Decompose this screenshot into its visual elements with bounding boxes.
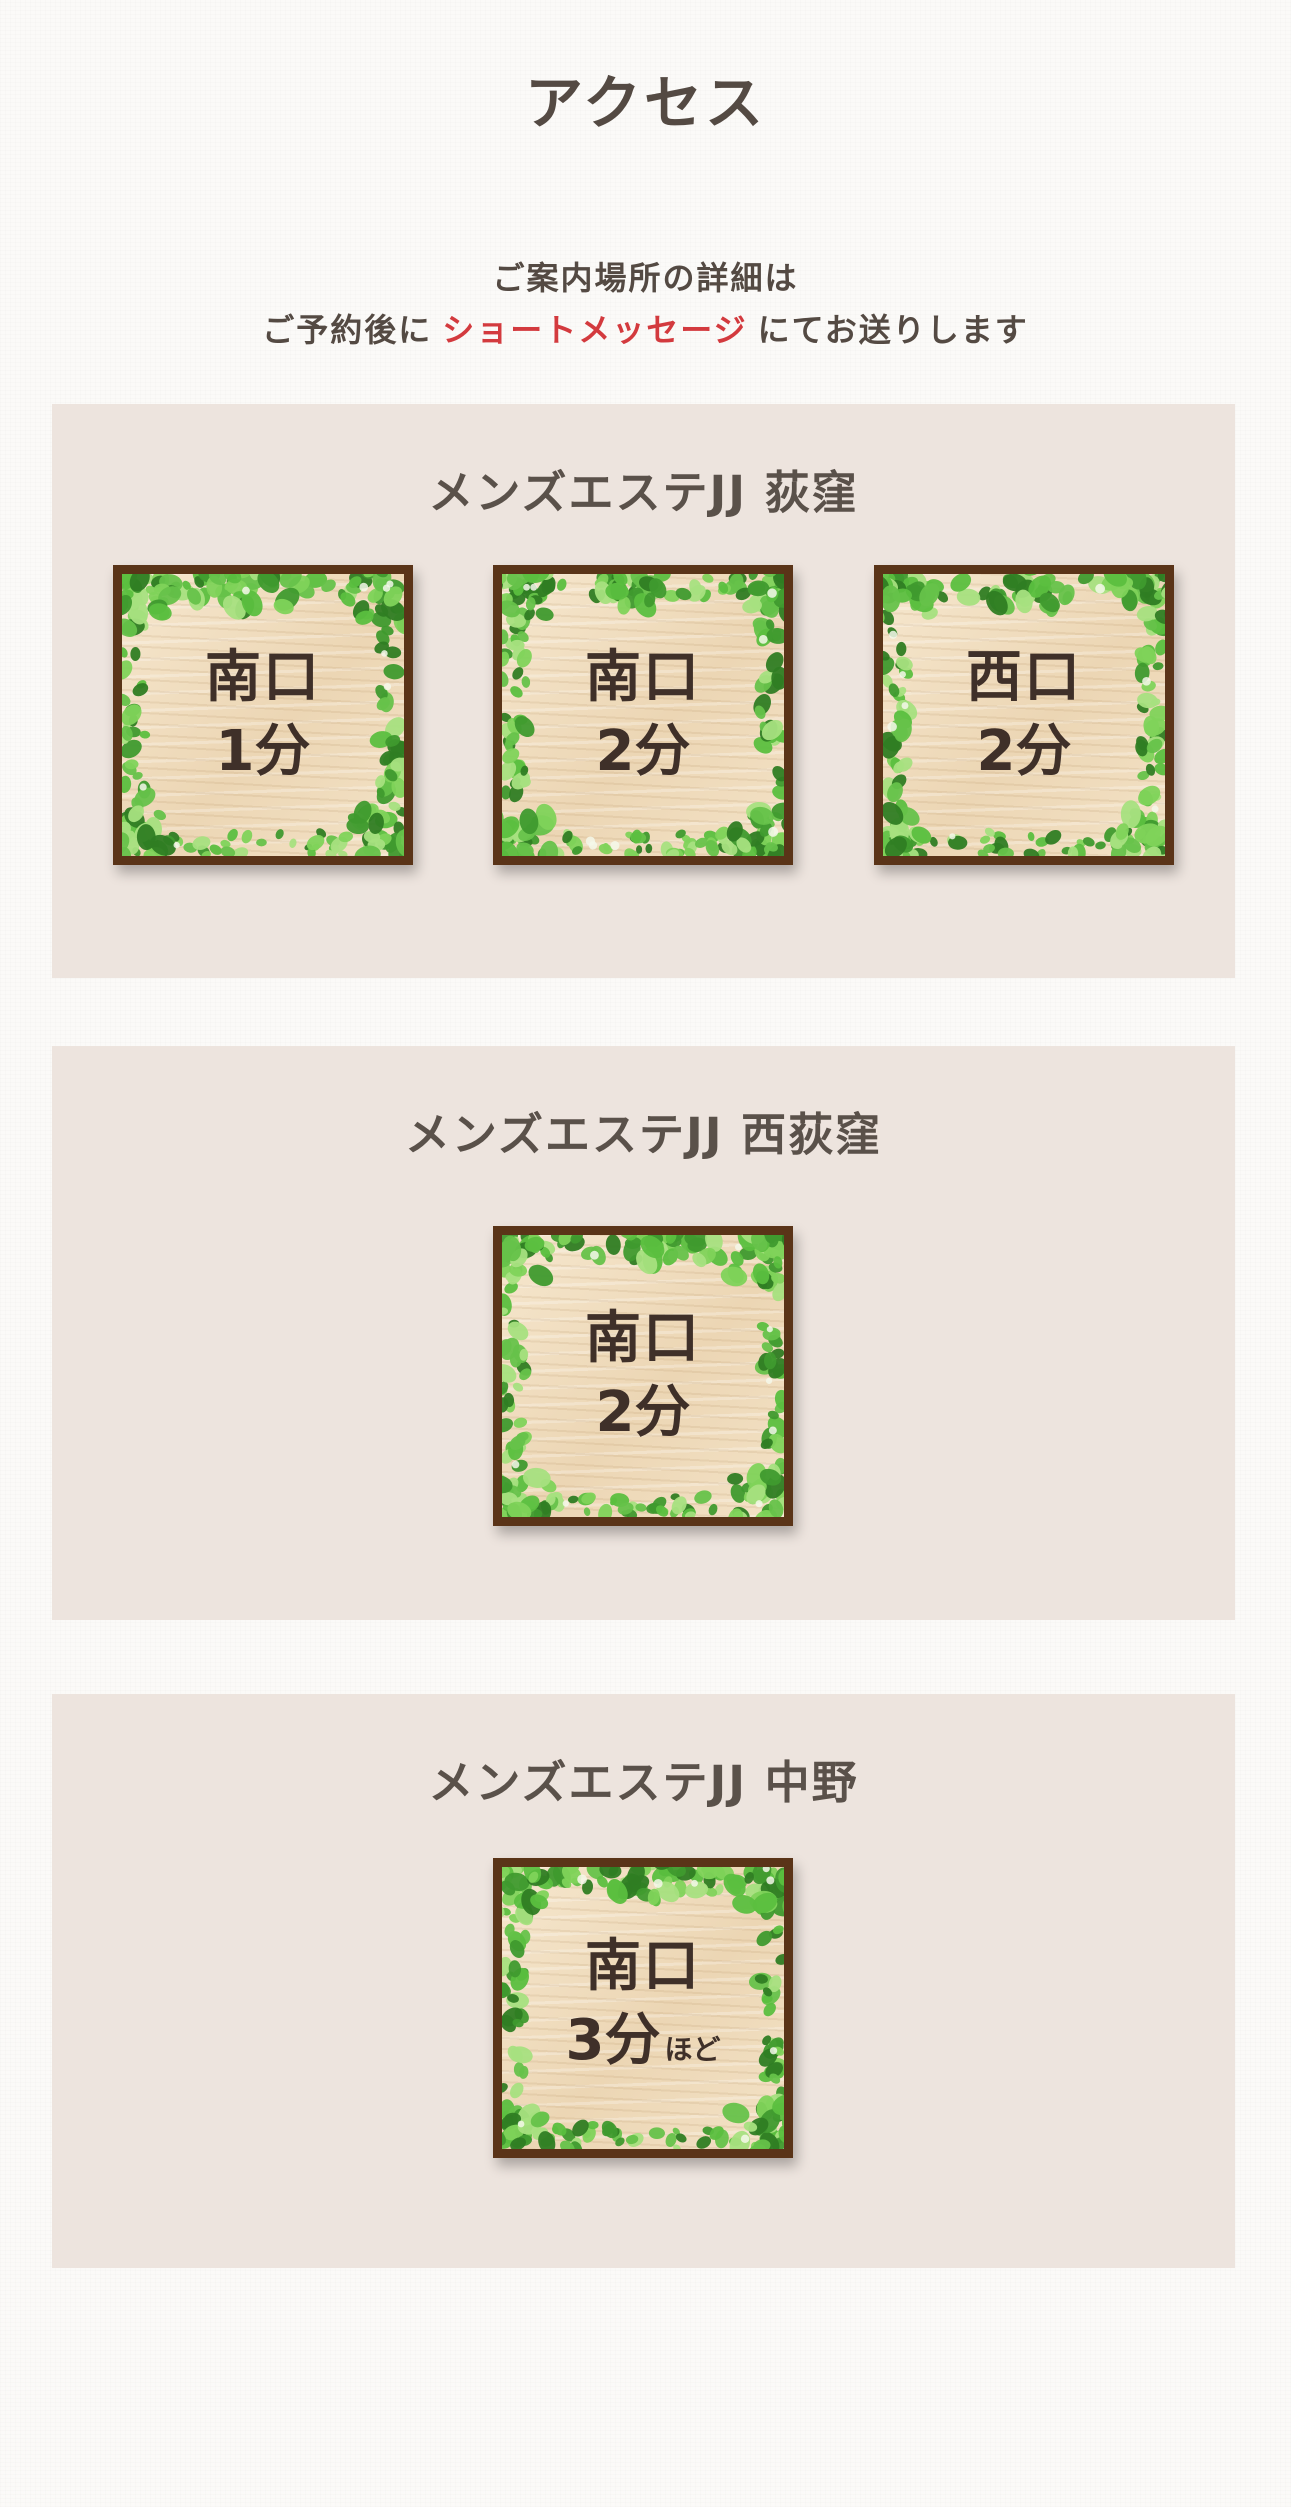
sign-exit-label: 南口 bbox=[585, 1933, 701, 1999]
access-sign: 南口 1分 bbox=[113, 565, 413, 865]
intro-highlight-short-message: ショートメッセージ bbox=[442, 311, 748, 349]
store-title: メンズエステJJ 西荻窪 bbox=[404, 1108, 883, 1161]
intro-line-1: ご案内場所の詳細は bbox=[492, 259, 799, 297]
sign-exit-label: 西口 bbox=[966, 645, 1082, 710]
store-title: メンズエステJJ 荻窪 bbox=[428, 466, 859, 519]
store-section-nishiogikubo: メンズエステJJ 西荻窪 南口 2分 bbox=[52, 1046, 1235, 1620]
intro-line-2: ご予約後に ショートメッセージ にてお送りします bbox=[0, 304, 1291, 356]
store-title: メンズエステJJ 中野 bbox=[428, 1756, 859, 1809]
access-sign: 南口 2分 bbox=[493, 1226, 793, 1526]
intro-prefix: ご予約後に bbox=[262, 311, 433, 349]
sign-time-label: 2分 bbox=[976, 719, 1072, 784]
access-sign: 南口 2分 bbox=[493, 565, 793, 865]
intro-message: ご案内場所の詳細は ご予約後に ショートメッセージ にてお送りします bbox=[0, 252, 1291, 356]
sign-exit-label: 南口 bbox=[205, 645, 321, 710]
sign-time-label: 3分 bbox=[565, 2007, 661, 2073]
sign-time-label: 1分 bbox=[215, 719, 311, 784]
sign-exit-label: 南口 bbox=[585, 645, 701, 710]
sign-time-label: 2分 bbox=[595, 1380, 691, 1445]
sign-exit-label: 南口 bbox=[585, 1306, 701, 1371]
access-sign: 西口 2分 bbox=[874, 565, 1174, 865]
intro-suffix: にてお送りします bbox=[757, 311, 1029, 349]
page-title: アクセス bbox=[524, 69, 767, 137]
access-sign: 南口 3分 ほど bbox=[493, 1858, 793, 2158]
store-section-ogikubo: メンズエステJJ 荻窪 南口 1分 南口 2分 西口 2分 bbox=[52, 404, 1235, 978]
sign-time-note: ほど bbox=[664, 2032, 721, 2066]
store-section-nakano: メンズエステJJ 中野 南口 3分 ほど bbox=[52, 1694, 1235, 2268]
sign-time-label: 2分 bbox=[595, 719, 691, 784]
